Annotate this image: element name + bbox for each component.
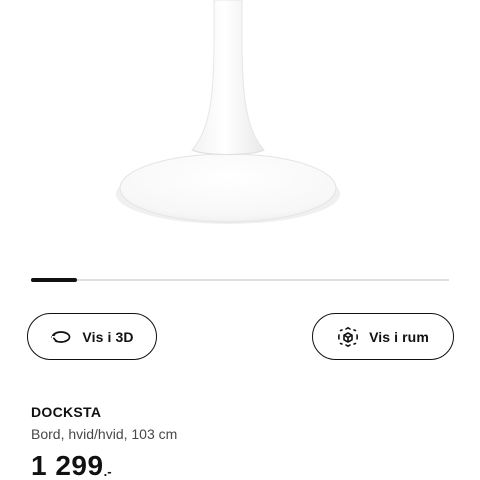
price-amount: 1 299 <box>31 450 104 480</box>
product-page: Vis i 3D Vis i rum DOCKSTA Bord, hvid/hv… <box>0 0 480 480</box>
rotate-3d-icon <box>50 326 72 348</box>
table-pedestal-illustration <box>116 0 340 224</box>
carousel-progress-indicator <box>31 278 77 282</box>
image-carousel-progress[interactable] <box>31 278 449 282</box>
augmented-reality-cube-icon <box>337 326 359 348</box>
product-price: 1 299.- <box>31 450 112 480</box>
product-image[interactable] <box>0 0 480 260</box>
price-suffix: .- <box>103 464 112 479</box>
view-in-room-label: Vis i rum <box>369 328 429 345</box>
view-3d-label: Vis i 3D <box>82 328 134 345</box>
product-name[interactable]: DOCKSTA <box>31 404 101 420</box>
product-description: Bord, hvid/hvid, 103 cm <box>31 426 178 442</box>
view-3d-button[interactable]: Vis i 3D <box>27 313 157 360</box>
view-in-room-button[interactable]: Vis i rum <box>312 313 454 360</box>
